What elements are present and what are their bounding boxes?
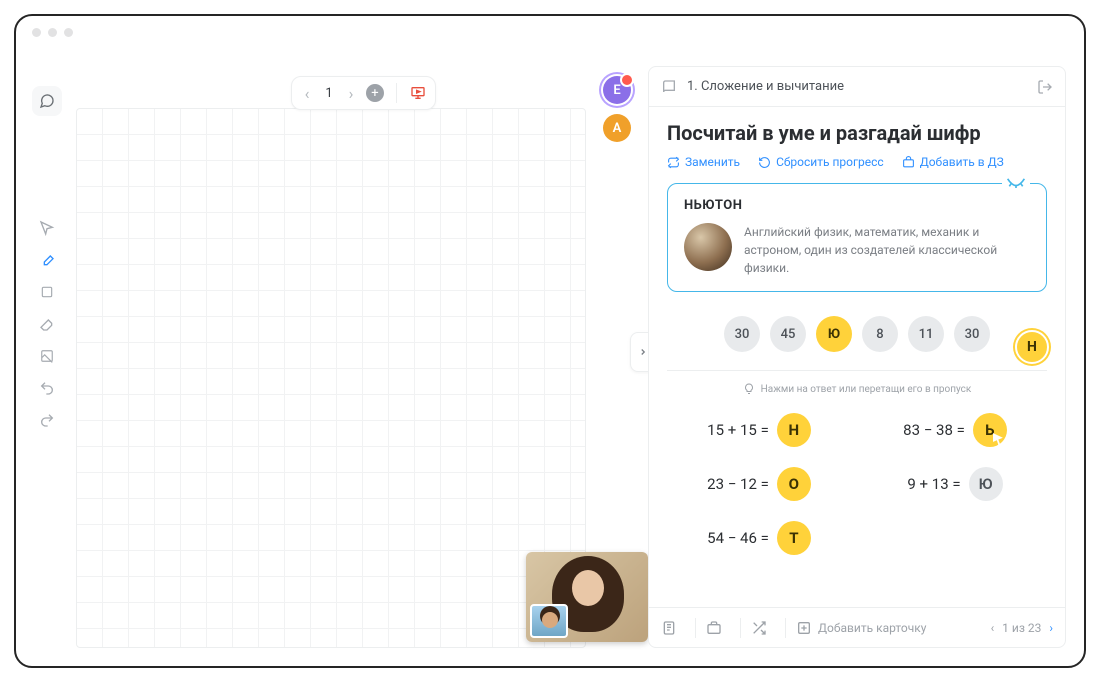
shape-tool[interactable] <box>36 281 58 303</box>
info-card: НЬЮТОН Английский физик, математик, меха… <box>667 183 1047 292</box>
cursor-tool[interactable] <box>36 217 58 239</box>
equation: 23 − 12 =О <box>671 467 847 501</box>
page-number: 1 <box>322 86 336 101</box>
dragging-chip[interactable]: Н <box>1015 330 1049 364</box>
visibility-icon[interactable] <box>1002 176 1030 190</box>
card-next[interactable]: › <box>1049 621 1053 635</box>
present-icon[interactable] <box>409 85 427 101</box>
add-page-button[interactable]: + <box>366 84 384 102</box>
add-card-button[interactable]: Добавить карточку <box>796 620 926 636</box>
card-prev[interactable]: ‹ <box>991 621 995 635</box>
card-pager: ‹ 1 из 23 › <box>991 621 1053 635</box>
participant-avatars: Е А <box>603 76 631 142</box>
equation: 15 + 15 =Н <box>671 413 847 447</box>
exit-icon[interactable] <box>1037 79 1053 95</box>
chip[interactable]: 45 <box>770 316 806 352</box>
task-header: 1. Сложение и вычитание <box>649 67 1065 107</box>
redo-tool[interactable] <box>36 409 58 431</box>
task-panel: 1. Сложение и вычитание Посчитай в уме и… <box>648 66 1066 648</box>
page-control: ‹ 1 › + <box>291 76 436 110</box>
reset-action[interactable]: Сбросить прогресс <box>758 155 884 169</box>
image-tool[interactable] <box>36 345 58 367</box>
chip[interactable]: 8 <box>862 316 898 352</box>
briefcase-icon[interactable] <box>706 620 730 636</box>
app-frame: ‹ 1 › + Е А 1. Сложение и вычитание Посч… <box>14 14 1086 668</box>
video-self-view <box>530 604 568 638</box>
equations-grid: 15 + 15 =Н 83 − 38 =Ь 23 − 12 =О 9 + 13 … <box>667 413 1047 555</box>
undo-tool[interactable] <box>36 377 58 399</box>
replace-action[interactable]: Заменить <box>667 155 740 169</box>
chip[interactable]: 11 <box>908 316 944 352</box>
card-description: Английский физик, математик, механик и а… <box>744 223 1030 277</box>
task-title: Посчитай в уме и разгадай шифр <box>667 121 1047 145</box>
card-name: НЬЮТОН <box>684 198 1030 213</box>
answer-slot[interactable]: Н <box>777 413 811 447</box>
chip[interactable]: Ю <box>816 316 852 352</box>
equation: 83 − 38 =Ь <box>867 413 1043 447</box>
chip[interactable]: 30 <box>954 316 990 352</box>
hint-text: Нажми на ответ или перетащи его в пропус… <box>667 370 1047 395</box>
avatar-teacher[interactable]: Е <box>603 76 631 104</box>
chat-button[interactable] <box>32 86 62 116</box>
next-page-button[interactable]: › <box>344 84 358 103</box>
answer-slot[interactable]: Ю <box>969 467 1003 501</box>
toolbar <box>32 211 62 437</box>
card-counter: 1 из 23 <box>1002 621 1041 635</box>
equation: 54 − 46 =Т <box>671 521 847 555</box>
answer-slot[interactable]: Ь <box>973 413 1007 447</box>
card-image <box>684 223 732 271</box>
task-footer: Добавить карточку ‹ 1 из 23 › <box>649 607 1065 647</box>
prev-page-button[interactable]: ‹ <box>300 84 314 103</box>
whiteboard-canvas[interactable] <box>76 108 586 648</box>
lesson-breadcrumb: 1. Сложение и вычитание <box>687 79 844 94</box>
window-controls <box>32 28 73 37</box>
answer-slot[interactable]: О <box>777 467 811 501</box>
shuffle-icon[interactable] <box>751 620 775 636</box>
task-actions: Заменить Сбросить прогресс Добавить в ДЗ <box>667 155 1047 169</box>
equation: 9 + 13 =Ю <box>867 467 1043 501</box>
pen-tool[interactable] <box>36 249 58 271</box>
answer-bank: 30 45 Ю 8 11 30 Н <box>667 316 1047 352</box>
video-thumbnail[interactable] <box>526 552 648 642</box>
notes-icon[interactable] <box>661 620 685 636</box>
eraser-tool[interactable] <box>36 313 58 335</box>
answer-slot[interactable]: Т <box>777 521 811 555</box>
add-homework-action[interactable]: Добавить в ДЗ <box>902 155 1004 169</box>
avatar-student[interactable]: А <box>603 114 631 142</box>
book-icon <box>661 79 677 95</box>
chip[interactable]: 30 <box>724 316 760 352</box>
